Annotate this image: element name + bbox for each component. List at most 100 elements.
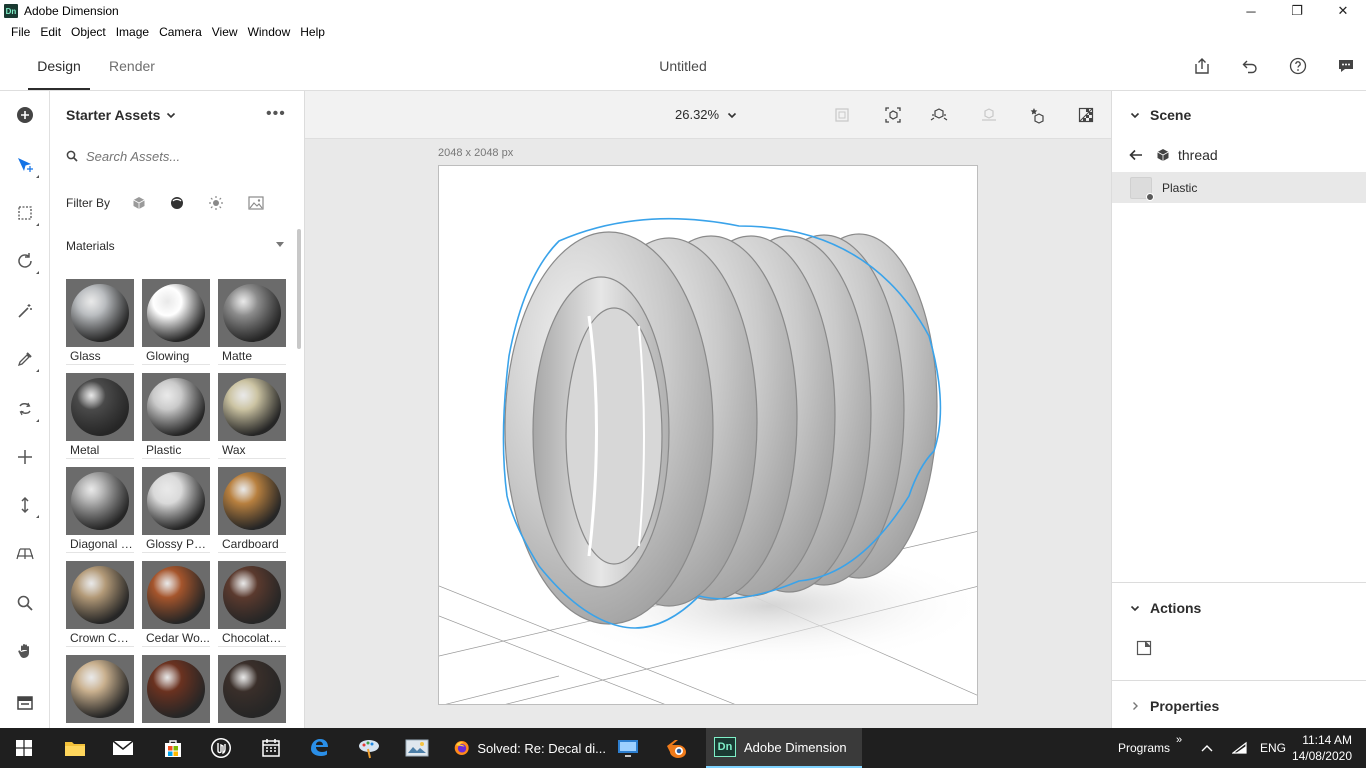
materials-section-header[interactable]: Materials [66,239,288,253]
system-clock[interactable]: 11:14 AM 14/08/2020 [1292,732,1352,764]
taskbar: Solved: Re: Decal di... Dn Adobe Dimensi… [0,728,1366,768]
materials-filter-icon[interactable] [170,195,184,211]
panel-toggle-icon[interactable] [13,691,37,715]
material-tile[interactable]: Diagonal P... [66,467,134,553]
tab-design[interactable]: Design [28,42,90,90]
store-icon [165,740,181,757]
images-filter-icon[interactable] [248,195,264,211]
blender-button[interactable] [654,728,700,768]
firefox-button[interactable]: Solved: Re: Decal di... [446,728,606,768]
zoom-dropdown[interactable]: 26.32% [675,107,737,122]
menu-camera[interactable]: Camera [154,25,207,39]
chevron-down-icon [1130,605,1140,612]
material-tile[interactable]: Chocolate ... [218,561,286,647]
undo-icon[interactable] [1238,54,1262,78]
move-icon[interactable] [13,445,37,469]
adobe-dimension-button[interactable]: Dn Adobe Dimension [706,728,862,768]
more-options-button[interactable]: ••• [266,105,286,123]
material-tile[interactable] [218,655,286,728]
material-tile[interactable] [66,655,134,728]
frame-selection-icon[interactable] [883,105,903,125]
material-tile[interactable]: Cardboard [218,467,286,553]
restore-button[interactable]: ❐ [1274,0,1320,22]
align-icon[interactable] [979,105,999,125]
store-button[interactable] [150,728,196,768]
magic-wand-icon[interactable] [13,299,37,323]
remote-desktop-button[interactable] [606,728,650,768]
favorite-view-icon[interactable] [1027,105,1047,125]
tab-render[interactable]: Render [104,42,160,90]
material-label: Matte [218,347,286,365]
scene-header[interactable]: Scene [1130,107,1191,123]
material-tile[interactable]: Glass [66,279,134,365]
orbit-icon[interactable] [13,249,39,274]
tray-more[interactable]: » [1176,720,1182,760]
eyedropper-icon[interactable] [13,347,39,372]
render-preview-icon[interactable] [1076,105,1096,125]
edge-button[interactable] [296,728,342,768]
edit-graphic-icon[interactable] [1136,640,1152,656]
calendar-button[interactable] [248,728,294,768]
material-thumbnail [142,655,210,723]
menu-image[interactable]: Image [111,25,154,39]
comment-icon[interactable] [1334,54,1358,78]
scene-object-breadcrumb: thread [1128,147,1218,163]
properties-header[interactable]: Properties [1130,698,1219,714]
horizon-icon[interactable] [13,541,37,565]
sample-icon[interactable] [13,397,39,422]
tray-programs[interactable]: Programs [1118,728,1170,768]
tray-expand-button[interactable] [1196,728,1218,768]
window-title: Adobe Dimension [24,4,119,18]
menu-edit[interactable]: Edit [35,25,66,39]
assets-source-dropdown[interactable]: Starter Assets [66,107,176,123]
material-tile[interactable]: Cedar Wo... [142,561,210,647]
fit-icon[interactable] [832,105,852,125]
material-tile[interactable] [142,655,210,728]
zoom-icon[interactable] [13,591,37,615]
add-icon[interactable] [13,103,37,127]
material-label: Wax [218,441,286,459]
app-logo: Dn [4,4,18,18]
layer-row[interactable]: Plastic [1112,172,1366,203]
pan-icon[interactable] [13,639,37,663]
material-tile[interactable]: Matte [218,279,286,365]
lights-filter-icon[interactable] [208,195,224,211]
paint-button[interactable] [346,728,392,768]
actions-header[interactable]: Actions [1130,600,1201,616]
drop-to-ground-icon[interactable] [929,105,949,125]
material-tile[interactable]: Metal [66,373,134,459]
select-move-icon[interactable] [13,153,39,178]
photos-button[interactable] [394,728,440,768]
title-bar: Dn Adobe Dimension ─ ❐ ✕ [0,0,1366,22]
language-indicator[interactable]: ENG [1260,728,1286,768]
material-tile[interactable]: Glowing [142,279,210,365]
network-button[interactable] [1228,728,1252,768]
menu-help[interactable]: Help [295,25,330,39]
menu-file[interactable]: File [6,25,35,39]
chevron-right-icon [1133,702,1138,710]
file-explorer-button[interactable] [52,728,98,768]
menu-view[interactable]: View [207,25,243,39]
back-arrow-icon[interactable] [1128,148,1144,162]
menu-object[interactable]: Object [66,25,111,39]
models-filter-icon[interactable] [132,195,146,211]
assets-scrollbar[interactable] [297,229,301,349]
3d-viewport[interactable] [438,165,978,705]
material-tile[interactable]: Wax [218,373,286,459]
menu-window[interactable]: Window [243,25,296,39]
material-tile[interactable]: Plastic [142,373,210,459]
mail-button[interactable] [100,728,146,768]
scene-object-name[interactable]: thread [1178,147,1218,163]
share-icon[interactable] [1190,54,1214,78]
material-tile[interactable]: Glossy Pap... [142,467,210,553]
marquee-select-icon[interactable] [13,201,39,226]
dolly-icon[interactable] [13,493,39,518]
close-button[interactable]: ✕ [1320,0,1366,22]
help-icon[interactable] [1286,54,1310,78]
unreal-engine-button[interactable] [198,728,244,768]
tool-bar [0,91,50,728]
material-tile[interactable]: Crown Cut... [66,561,134,647]
start-button[interactable] [0,728,48,768]
search-input[interactable] [86,148,266,164]
minimize-button[interactable]: ─ [1228,0,1274,22]
